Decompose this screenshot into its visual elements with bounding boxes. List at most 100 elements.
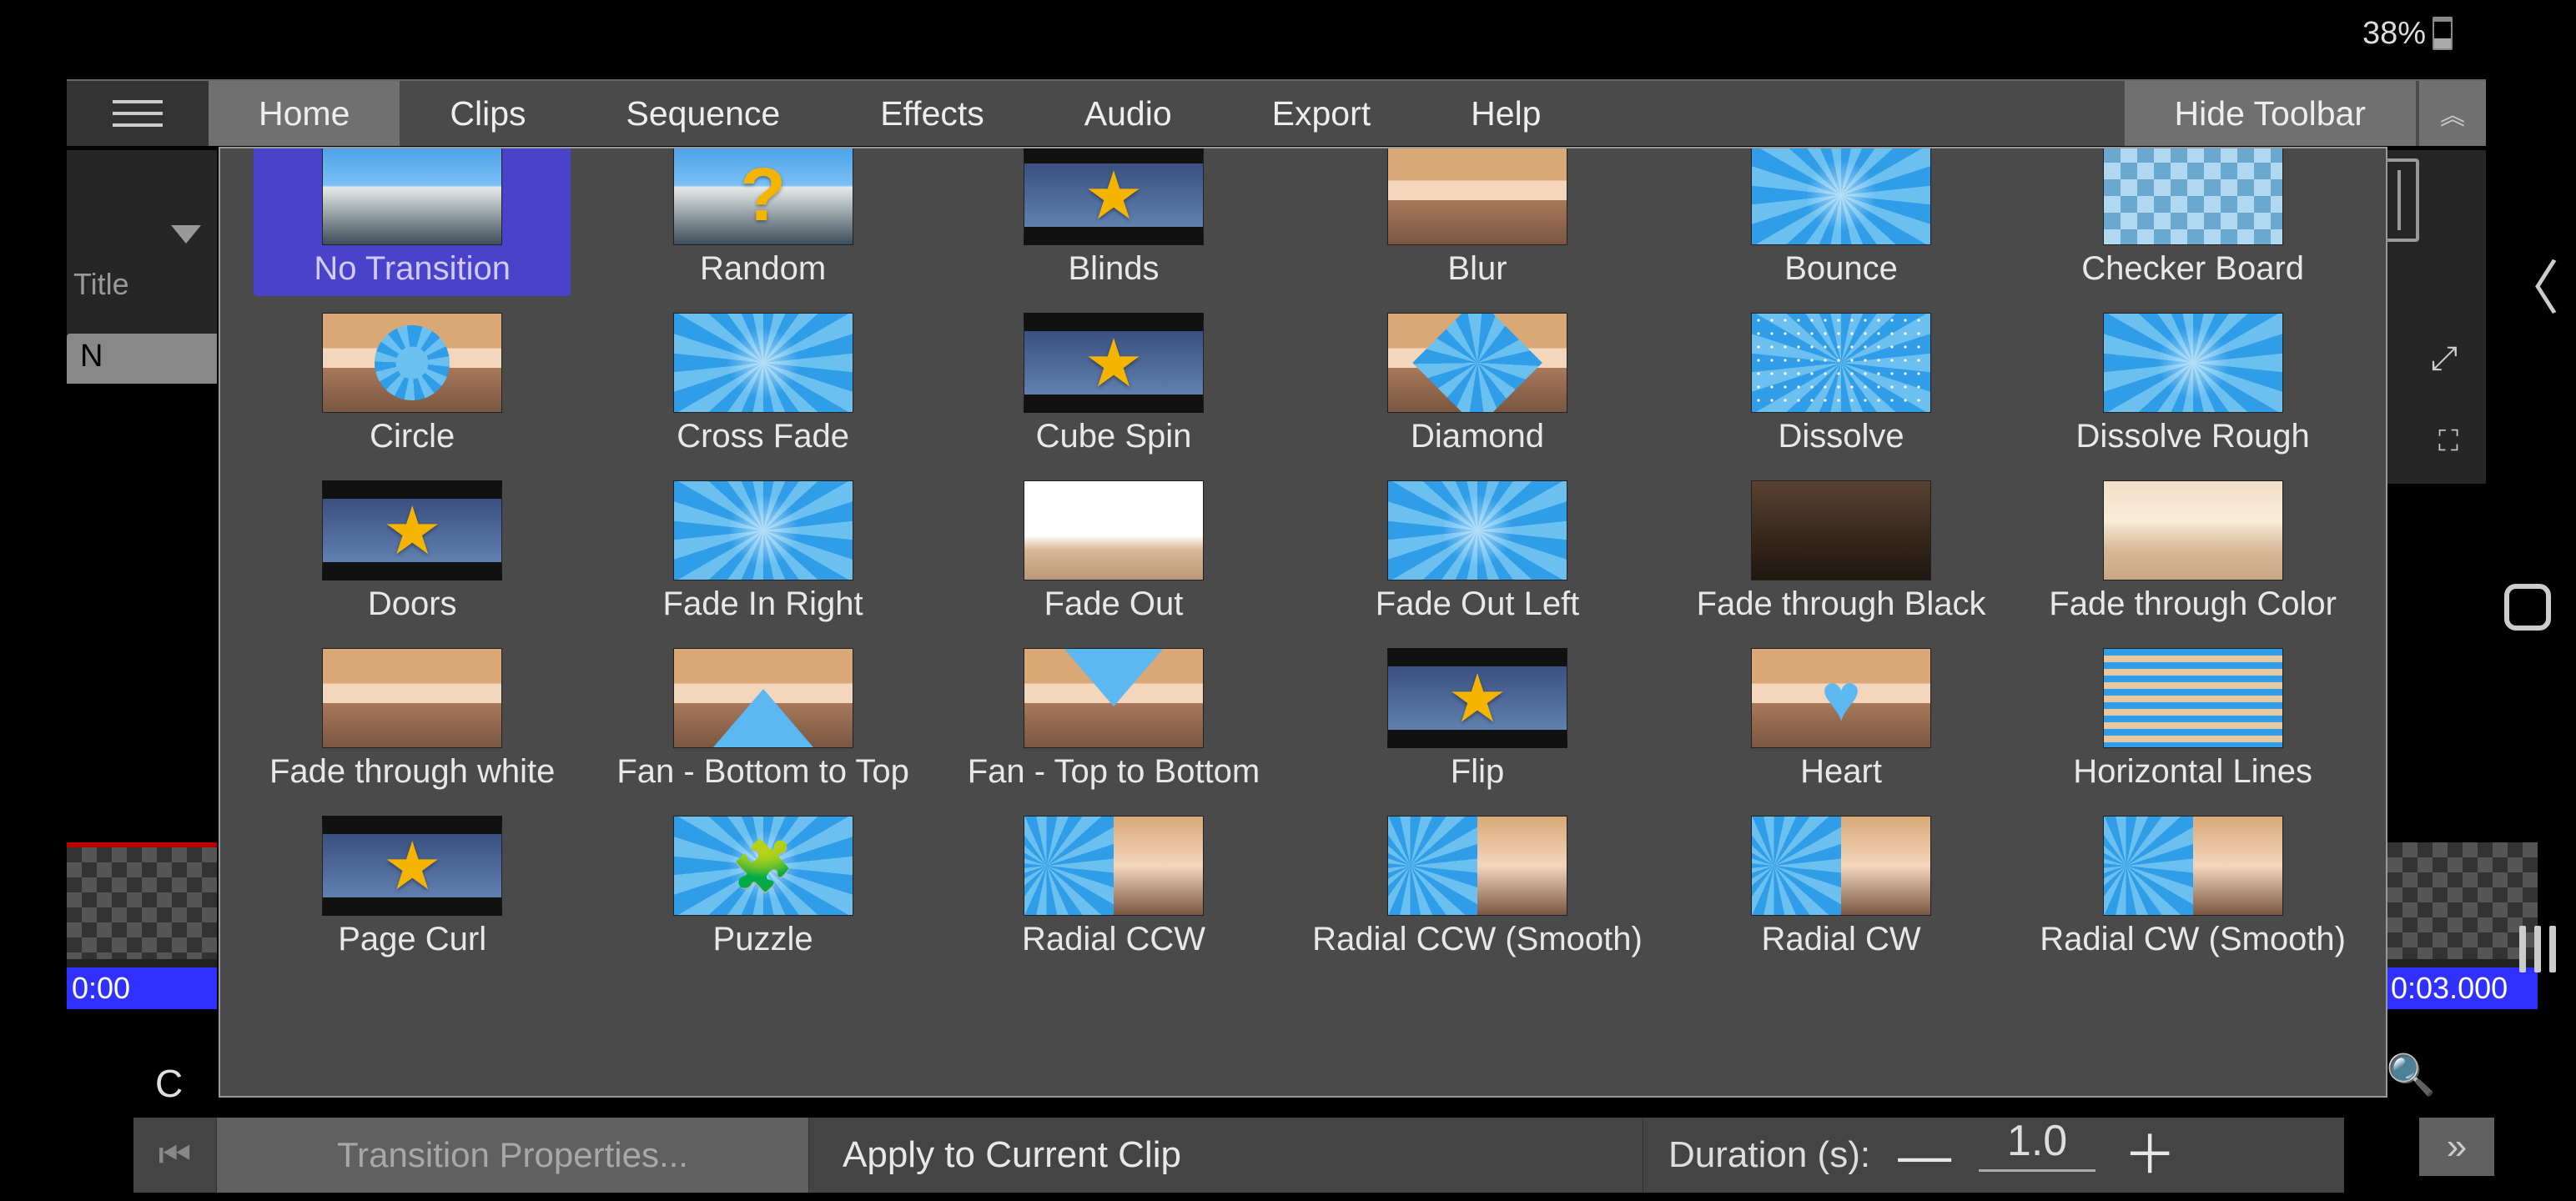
- transition-thumbnail: ★: [1024, 147, 1204, 245]
- transition-label: Dissolve: [1778, 418, 1904, 455]
- transition-checker-board[interactable]: Checker Board: [2033, 147, 2352, 296]
- transition-label: Fade through Color: [2049, 585, 2337, 623]
- transition-radial-ccw-smooth[interactable]: Radial CCW (Smooth): [1306, 807, 1649, 967]
- transition-thumbnail: ★: [322, 480, 502, 580]
- transition-radial-ccw[interactable]: Radial CCW: [955, 807, 1272, 967]
- tab-audio[interactable]: Audio: [1034, 81, 1222, 146]
- transition-label: Blinds: [1069, 250, 1160, 288]
- transition-label: Radial CCW (Smooth): [1312, 921, 1643, 958]
- timeline-clip-right[interactable]: 0:03.000: [2387, 842, 2538, 1009]
- transition-thumbnail: [322, 147, 502, 245]
- transition-fade-through-white[interactable]: Fade through white: [254, 640, 571, 799]
- transition-thumbnail: [673, 480, 853, 580]
- transition-no-transition[interactable]: No Transition: [254, 147, 571, 296]
- star-icon: ★: [1447, 660, 1507, 737]
- transition-dissolve-rough[interactable]: Dissolve Rough: [2033, 304, 2352, 464]
- android-home-button[interactable]: [2504, 584, 2551, 631]
- transition-label: Fade Out: [1044, 585, 1184, 623]
- timeline-clip-left[interactable]: 0:00: [67, 842, 217, 1009]
- transition-fan-top-to-bottom[interactable]: Fan - Top to Bottom: [955, 640, 1272, 799]
- duration-label: Duration (s):: [1668, 1134, 1870, 1176]
- collapse-icon[interactable]: ︽: [2419, 81, 2486, 146]
- transition-thumbnail: [1751, 147, 1931, 245]
- transition-properties-button[interactable]: Transition Properties...: [217, 1118, 809, 1193]
- resize-icon[interactable]: ⤢: [2419, 334, 2469, 384]
- tab-sequence[interactable]: Sequence: [576, 81, 831, 146]
- transition-label: Puzzle: [713, 921, 813, 958]
- transition-label: Flip: [1451, 753, 1504, 791]
- hamburger-icon: [113, 100, 163, 127]
- transition-doors[interactable]: ★ Doors: [254, 472, 571, 631]
- tab-effects[interactable]: Effects: [830, 81, 1034, 146]
- transition-heart[interactable]: ♥Heart: [1683, 640, 2000, 799]
- transition-label: Checker Board: [2081, 250, 2304, 288]
- transition-label: Fan - Top to Bottom: [968, 753, 1260, 791]
- fullscreen-icon[interactable]: ⛶: [2428, 425, 2469, 467]
- transition-fade-out[interactable]: Fade Out: [955, 472, 1272, 631]
- transition-page-curl[interactable]: ★Page Curl: [254, 807, 571, 967]
- transition-cube-spin[interactable]: ★Cube Spin: [955, 304, 1272, 464]
- transition-thumbnail: [1024, 816, 1204, 916]
- transition-label: Doors: [368, 585, 457, 623]
- transition-thumbnail: [1387, 147, 1567, 245]
- hide-toolbar-button[interactable]: Hide Toolbar: [2125, 81, 2416, 146]
- more-button[interactable]: »: [2419, 1118, 2494, 1176]
- duration-increment-button[interactable]: ＋: [2121, 1128, 2179, 1182]
- transition-dissolve[interactable]: Dissolve: [1683, 304, 2000, 464]
- star-icon: ★: [382, 492, 442, 570]
- transition-label: Diamond: [1411, 418, 1544, 455]
- heart-icon: ♥: [1821, 660, 1861, 736]
- tab-clips[interactable]: Clips: [400, 81, 576, 146]
- android-back-button[interactable]: 〈: [2501, 242, 2559, 326]
- transition-blinds[interactable]: ★ Blinds: [955, 147, 1272, 296]
- transition-thumbnail: [673, 648, 853, 748]
- triangle-up-icon: [713, 689, 813, 747]
- duration-value[interactable]: 1.0: [1979, 1116, 2096, 1172]
- android-recents-button[interactable]: [2519, 926, 2556, 972]
- transition-fade-through-black[interactable]: Fade through Black: [1683, 472, 2000, 631]
- transition-cross-fade[interactable]: Cross Fade: [604, 304, 921, 464]
- transition-thumbnail: [1751, 480, 1931, 580]
- transition-label: Radial CW: [1761, 921, 1920, 958]
- timeline-time-start: 0:00: [67, 967, 217, 1009]
- transition-label: No Transition: [314, 250, 511, 288]
- transition-fan-bottom-to-top[interactable]: Fan - Bottom to Top: [604, 640, 921, 799]
- prev-track-button[interactable]: ⏮: [133, 1118, 217, 1193]
- transition-thumbnail: [2103, 816, 2283, 916]
- tab-home[interactable]: Home: [209, 81, 400, 146]
- letter-c-remnant: C: [155, 1061, 183, 1106]
- toolbar-remnant-n: N: [67, 334, 217, 384]
- transition-fade-out-left[interactable]: Fade Out Left: [1306, 472, 1649, 631]
- transition-random[interactable]: ?Random: [604, 147, 921, 296]
- transition-label: Fade through white: [269, 753, 555, 791]
- transition-fade-in-right[interactable]: Fade In Right: [604, 472, 921, 631]
- tab-export[interactable]: Export: [1222, 81, 1421, 146]
- transition-radial-cw-smooth[interactable]: Radial CW (Smooth): [2033, 807, 2352, 967]
- transition-radial-cw[interactable]: Radial CW: [1683, 807, 2000, 967]
- star-icon: ★: [1084, 324, 1144, 402]
- transition-circle[interactable]: Circle: [254, 304, 571, 464]
- dropdown-icon: [171, 225, 201, 244]
- transition-thumbnail: [2103, 648, 2283, 748]
- transition-bounce[interactable]: Bounce: [1683, 147, 2000, 296]
- transition-horizontal-lines[interactable]: Horizontal Lines: [2033, 640, 2352, 799]
- transition-thumbnail: ♥: [1751, 648, 1931, 748]
- transition-thumbnail: [1387, 816, 1567, 916]
- star-icon: ★: [382, 827, 442, 905]
- transition-thumbnail: ★: [1387, 648, 1567, 748]
- battery-percent: 38%: [2362, 16, 2426, 52]
- duration-decrement-button[interactable]: —: [1895, 1128, 1954, 1182]
- triangle-down-icon: [1064, 648, 1164, 706]
- transition-puzzle[interactable]: 🧩Puzzle: [604, 807, 921, 967]
- menu-button[interactable]: [67, 81, 209, 146]
- apply-to-current-clip-button[interactable]: Apply to Current Clip: [809, 1118, 1643, 1193]
- question-icon: ?: [740, 153, 786, 239]
- search-icon[interactable]: 🔍: [2386, 1051, 2436, 1098]
- transition-flip[interactable]: ★ Flip: [1306, 640, 1649, 799]
- transition-fade-through-color[interactable]: Fade through Color: [2033, 472, 2352, 631]
- tab-help[interactable]: Help: [1421, 81, 1591, 146]
- star-icon: ★: [1084, 157, 1144, 234]
- transition-diamond[interactable]: Diamond: [1306, 304, 1649, 464]
- transition-blur[interactable]: Blur: [1306, 147, 1649, 296]
- transition-label: Radial CCW: [1022, 921, 1205, 958]
